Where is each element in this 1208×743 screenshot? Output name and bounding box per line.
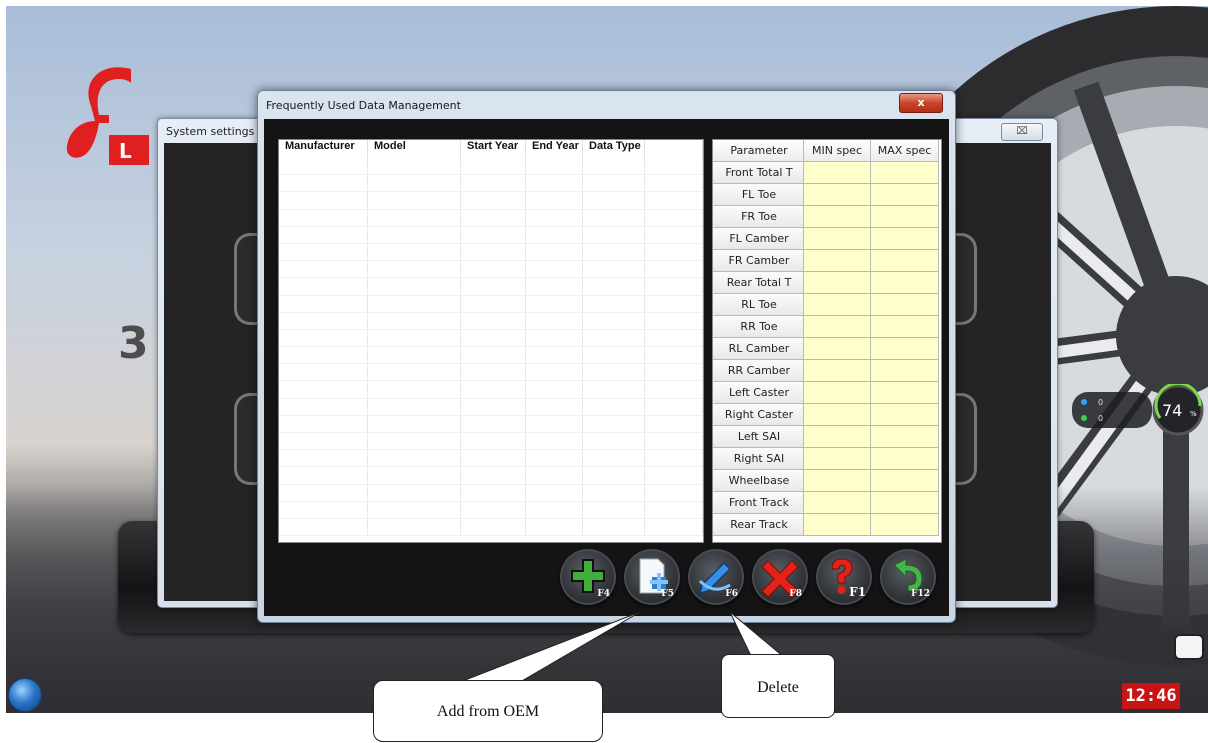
callout-pointers: [459, 611, 787, 683]
callout-delete: Delete: [721, 654, 835, 718]
